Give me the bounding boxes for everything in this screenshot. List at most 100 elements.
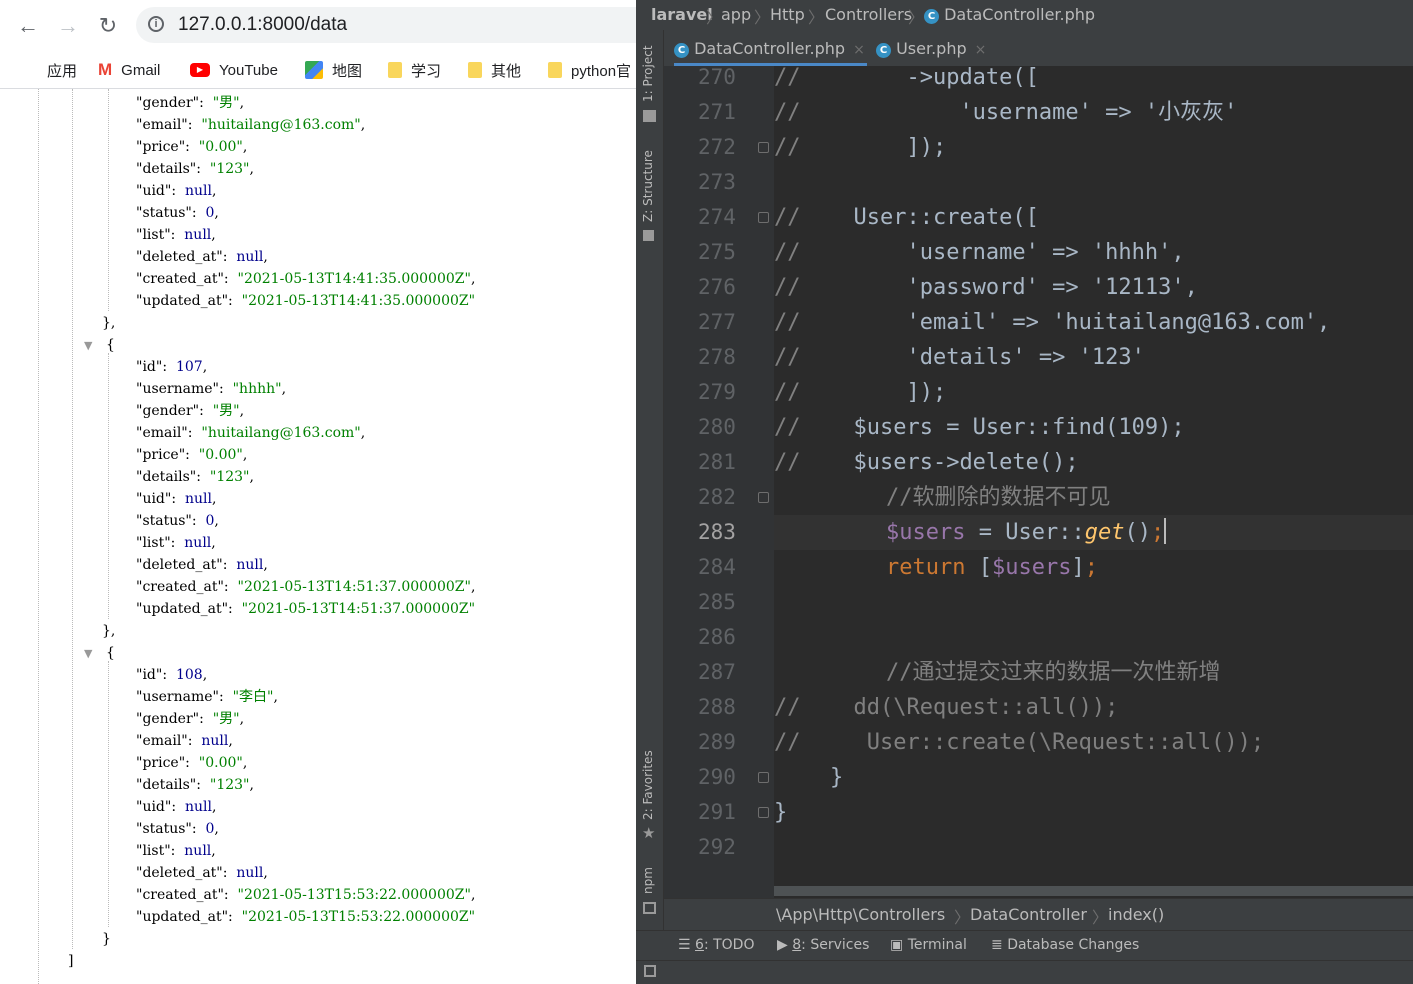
code-line: // 'password' => '12113', [774, 275, 1198, 300]
json-line: { [106, 337, 115, 353]
browser-window: ← → ↻ i 127.0.0.1:8000/data 应用 M Gmail ▶… [0, 0, 636, 984]
tab-label: User.php [896, 39, 967, 58]
line-number: 272 [698, 135, 736, 159]
code-line-comment: //通过提交过来的数据一次性新增 [886, 660, 1221, 685]
fold-marker-icon[interactable] [758, 212, 769, 223]
line-number: 282 [698, 485, 736, 509]
json-line: }, [102, 315, 116, 331]
json-line: "gender": "男", [136, 95, 245, 111]
fold-marker-icon[interactable] [758, 772, 769, 783]
json-line: { [106, 645, 115, 661]
scrollbar-thumb[interactable] [774, 886, 1413, 896]
folder-icon [468, 62, 482, 78]
editor-tabs: C DataController.php × C User.php × [664, 30, 1413, 67]
code-line: // ->update([ [774, 66, 1039, 90]
json-line: } [102, 931, 111, 947]
json-line: "created_at": "2021-05-13T15:53:22.00000… [136, 887, 476, 903]
back-button[interactable]: ← [14, 12, 42, 40]
json-line: "username": "李白", [136, 689, 278, 705]
json-line: "status": 0, [136, 205, 219, 221]
npm-tool-button[interactable]: npm [641, 867, 655, 894]
tool-label: : TODO [703, 937, 755, 953]
code-line: // 'username' => '小灰灰' [774, 100, 1238, 125]
path-namespace[interactable]: \App\Http\Controllers [776, 905, 945, 924]
code-editor[interactable]: // ->update([ // 'username' => '小灰灰' // … [774, 66, 1413, 898]
line-number: 285 [698, 590, 736, 614]
breadcrumb-item-file[interactable]: C DataController.php [924, 5, 1095, 24]
toggle-tool-windows-icon[interactable] [644, 965, 656, 977]
project-tool-button[interactable]: 1: Project [641, 45, 655, 102]
code-line-current: $users = User::get(); [886, 518, 1167, 545]
bookmark-folder-python[interactable]: python官 [548, 56, 631, 84]
breadcrumb-item[interactable]: Http [770, 5, 805, 24]
chevron-right-icon: 〉 [954, 908, 971, 927]
maps-icon [305, 61, 323, 79]
json-line: "list": null, [136, 843, 216, 859]
code-line: // ]); [774, 380, 947, 405]
close-icon[interactable]: × [853, 42, 865, 58]
fold-marker-icon[interactable] [758, 142, 769, 153]
forward-button[interactable]: → [54, 12, 82, 40]
star-icon: ★ [642, 824, 656, 842]
browser-toolbar: ← → ↻ i 127.0.0.1:8000/data [0, 0, 636, 52]
line-number: 284 [698, 555, 736, 579]
bookmark-youtube[interactable]: ▶ YouTube [190, 56, 278, 84]
line-number: 291 [698, 800, 736, 824]
close-icon[interactable]: × [975, 42, 987, 58]
bookmark-folder-study[interactable]: 学习 [388, 56, 441, 84]
structure-icon [643, 230, 654, 241]
json-line: "uid": null, [136, 491, 217, 507]
bookmark-gmail[interactable]: M Gmail [98, 56, 160, 84]
json-line: "gender": "男", [136, 403, 245, 419]
json-line: "username": "hhhh", [136, 381, 287, 397]
tool-window-strip: 1: Project Z: Structure 2: Favorites ★ n… [636, 30, 664, 984]
bookmark-label: python官 [571, 62, 632, 80]
horizontal-scrollbar[interactable] [774, 886, 1413, 896]
code-line: // 'email' => 'huitailang@163.com', [774, 310, 1331, 335]
line-number: 288 [698, 695, 736, 719]
database-changes-tool-button[interactable]: ≣ Database Changes [991, 937, 1139, 953]
bookmark-folder-other[interactable]: 其他 [468, 56, 521, 84]
url-text[interactable]: 127.0.0.1:8000/data [178, 14, 347, 36]
line-number: 271 [698, 100, 736, 124]
address-bar[interactable]: i 127.0.0.1:8000/data [136, 7, 636, 43]
tab-user[interactable]: C User.php × [876, 30, 1006, 66]
breadcrumb-item[interactable]: laravel [651, 5, 713, 24]
json-line: "deleted_at": null, [136, 865, 268, 881]
breadcrumb-item[interactable]: Controllers [825, 5, 912, 24]
fold-marker-icon[interactable] [758, 807, 769, 818]
code-line: return [$users]; [886, 555, 1098, 580]
line-number-gutter: 270 271 272 273 274 275 276 277 278 279 … [664, 65, 774, 898]
reload-button[interactable]: ↻ [94, 12, 122, 40]
collapse-toggle-icon[interactable]: ▼ [84, 339, 92, 352]
site-info-icon[interactable]: i [148, 16, 164, 32]
code-line: // 'username' => 'hhhh', [774, 240, 1185, 265]
fold-marker-icon[interactable] [758, 492, 769, 503]
favorites-tool-button[interactable]: 2: Favorites [641, 750, 655, 820]
json-line: "price": "0.00", [136, 139, 248, 155]
indent-guide [108, 353, 109, 619]
line-number: 281 [698, 450, 736, 474]
bookmark-maps[interactable]: 地图 [305, 56, 362, 84]
code-line: // 'details' => '123' [774, 345, 1145, 370]
collapse-toggle-icon[interactable]: ▼ [84, 647, 92, 660]
folder-icon [548, 62, 562, 78]
services-tool-button[interactable]: ▶ 8: Services [777, 937, 869, 953]
line-number: 279 [698, 380, 736, 404]
path-method[interactable]: index() [1108, 905, 1164, 924]
chevron-right-icon: 〉 [754, 8, 771, 27]
line-number: 287 [698, 660, 736, 684]
path-class[interactable]: DataController [970, 905, 1087, 924]
todo-tool-button[interactable]: ☰ 6: TODO [678, 937, 754, 953]
line-number: 273 [698, 170, 736, 194]
bookmark-apps[interactable]: 应用 [20, 56, 77, 84]
breadcrumb-item[interactable]: app [721, 5, 751, 24]
indent-guide [72, 89, 73, 949]
terminal-tool-button[interactable]: ▣ Terminal [890, 937, 967, 953]
line-number: 278 [698, 345, 736, 369]
json-line: }, [102, 623, 116, 639]
code-line-comment: //软删除的数据不可见 [886, 485, 1111, 510]
terminal-icon: ▣ [890, 937, 904, 953]
structure-tool-button[interactable]: Z: Structure [641, 150, 655, 222]
bookmark-label: 地图 [332, 62, 363, 80]
